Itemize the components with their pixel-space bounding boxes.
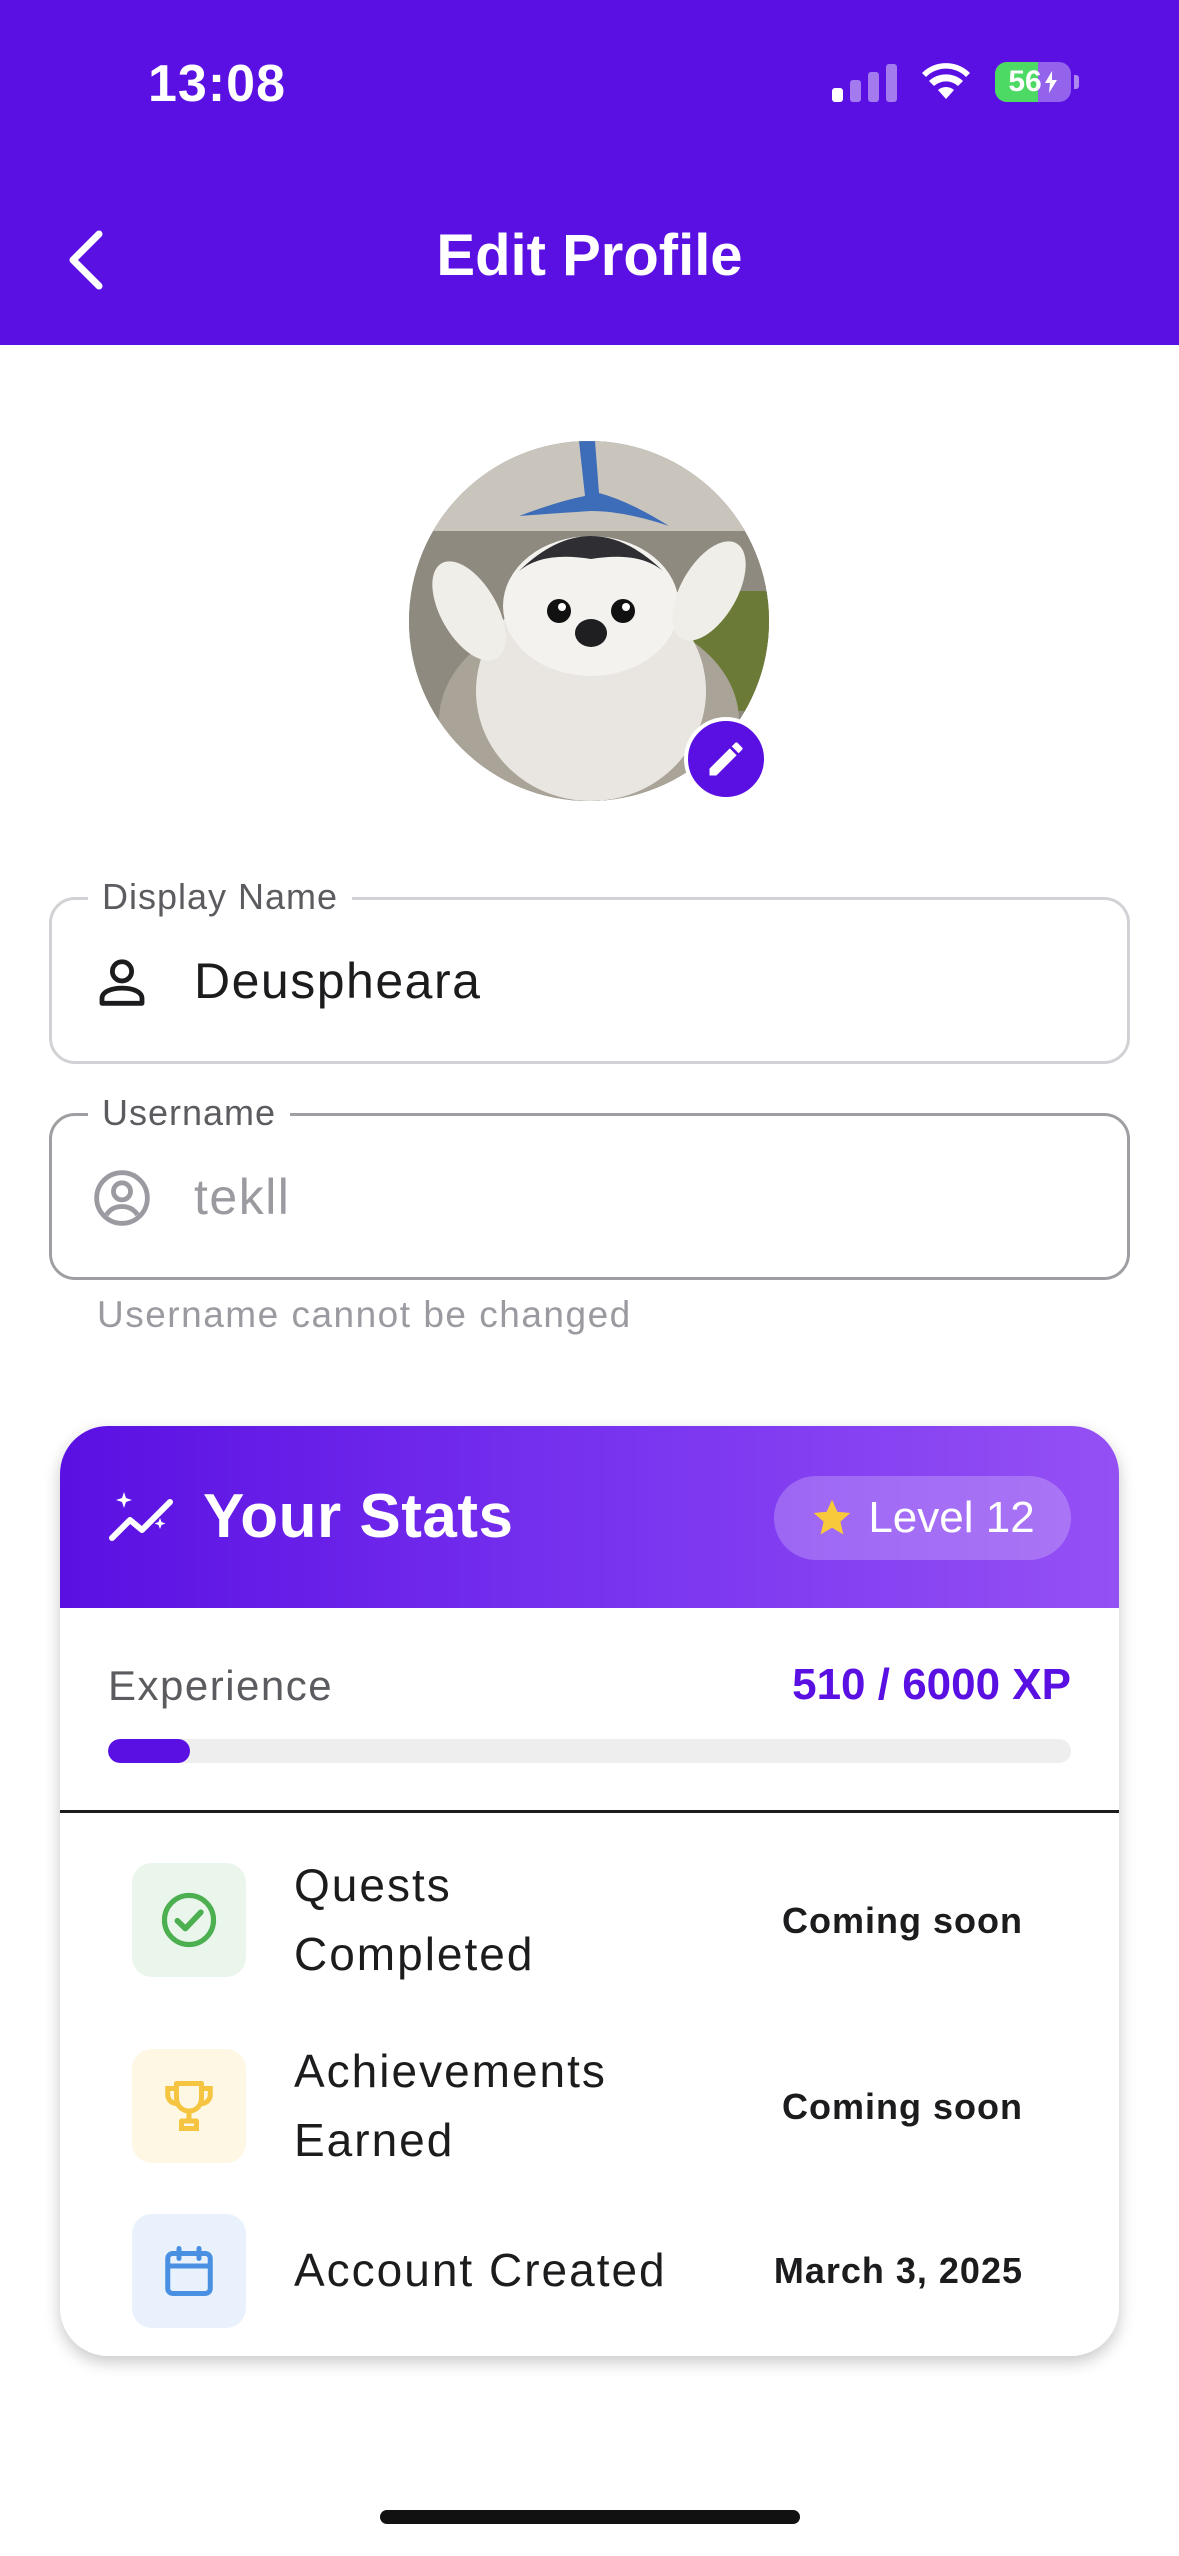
username-label: Username <box>88 1092 291 1134</box>
stat-label: Account Created <box>294 2244 667 2296</box>
stats-card: Your Stats Level 12 Experience 510 / 600… <box>60 1426 1119 2356</box>
page-title: Edit Profile <box>436 223 743 288</box>
username-input: tekll <box>194 1169 291 1225</box>
stat-row-quests: Quests Completed Coming soon <box>60 1850 1119 1990</box>
edit-profile-screen: 13:08 56 Edit Profile Display Name Deusp… <box>0 0 1179 2556</box>
stat-icon-box <box>132 2049 246 2163</box>
trending-sparkle-icon <box>109 1492 173 1541</box>
username-helper-text: Username cannot be changed <box>97 1294 632 1335</box>
experience-progress-bar <box>108 1739 1071 1763</box>
home-indicator <box>380 2510 800 2524</box>
battery-charging-icon: 56 <box>995 62 1071 102</box>
pencil-icon <box>709 742 743 776</box>
stat-value: Coming soon <box>782 2086 1023 2127</box>
calendar-icon <box>165 2246 213 2296</box>
stat-row-achievements: Achievements Earned Coming soon <box>60 2036 1119 2176</box>
stat-value: Coming soon <box>782 1900 1023 1941</box>
trophy-icon <box>165 2081 213 2131</box>
status-time: 13:08 <box>148 55 286 113</box>
battery-indicator: 56 <box>995 62 1079 102</box>
stat-label: Achievements Earned <box>294 2045 607 2166</box>
app-header: 13:08 56 Edit Profile <box>0 0 1179 345</box>
stat-row-account-created: Account Created March 3, 2025 <box>60 2214 1119 2354</box>
wifi-icon <box>922 63 970 99</box>
battery-percent: 56 <box>1008 65 1042 98</box>
stats-card-header: Your Stats Level 12 <box>60 1426 1119 1608</box>
cellular-signal-icon <box>832 62 897 102</box>
stats-title: Your Stats <box>203 1482 514 1551</box>
stat-value: March 3, 2025 <box>773 2250 1023 2291</box>
stat-icon-box <box>132 1863 246 1977</box>
experience-label: Experience <box>108 1662 334 1709</box>
display-name-input[interactable]: Deuspheara <box>194 952 481 1010</box>
level-text: Level 12 <box>868 1493 1035 1542</box>
experience-progress-fill <box>108 1739 190 1763</box>
person-icon <box>99 959 145 1006</box>
stat-label: Quests Completed <box>294 1859 535 1980</box>
stat-icon-box <box>132 2214 246 2328</box>
avatar-container <box>409 441 769 801</box>
status-icons: 56 <box>832 62 1079 102</box>
divider <box>60 1810 1119 1813</box>
display-name-field[interactable]: Display Name Deuspheara <box>49 876 1130 1064</box>
experience-value: 510 / 6000 XP <box>792 1660 1071 1709</box>
level-badge: Level 12 <box>774 1476 1071 1560</box>
account-circle-icon <box>94 1170 150 1226</box>
username-field: Username tekll <box>49 1092 1130 1280</box>
display-name-label: Display Name <box>88 876 353 918</box>
star-icon <box>813 1499 851 1535</box>
edit-avatar-button[interactable] <box>684 717 768 801</box>
check-circle-icon <box>161 1892 217 1948</box>
